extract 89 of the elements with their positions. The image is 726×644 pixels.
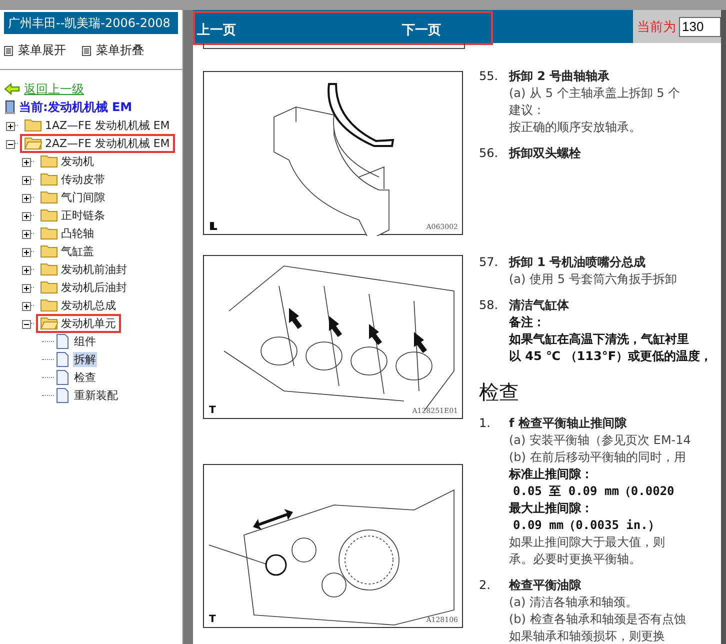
step-title: 检查平衡油隙 [509, 577, 582, 594]
step-note: 备注： [509, 314, 546, 331]
spec-value: 0.09 mm（0.0035 in.） [512, 517, 661, 534]
open-folder-icon [40, 316, 58, 330]
figure-mark: T [209, 614, 216, 625]
expand-icon[interactable] [22, 176, 31, 184]
page-label: 当前为 [637, 18, 676, 36]
step-note: 如果气缸在高温下清洗，气缸衬里 [509, 331, 690, 348]
tree-item[interactable]: 组件 [56, 334, 97, 348]
page-number-field[interactable]: 130 [679, 16, 721, 36]
step-text: 如果轴承和轴颈损坏，则更换 [509, 628, 666, 644]
step-text: 按正确的顺序安放轴承。 [509, 119, 642, 136]
collapse-icon[interactable] [6, 140, 15, 148]
tree-item[interactable]: 发动机前油封 [36, 260, 132, 278]
tree-item[interactable]: 凸轮轴 [36, 224, 99, 242]
step-instruction: (a) 安装平衡轴（参见页次 EM-14 [509, 432, 692, 449]
menu-button[interactable]: 菜单折叠 [82, 42, 144, 59]
document-icon [56, 388, 69, 402]
expand-icon[interactable] [22, 194, 31, 202]
back-arrow-icon [4, 83, 20, 95]
step-number: 2. [479, 577, 492, 594]
tree-item[interactable]: 2AZ—FE 发动机机械 EM [20, 134, 175, 152]
step-title: 拆卸 1 号机油喷嘴分总成 [509, 254, 647, 271]
tree-item[interactable]: 正时链条 [36, 206, 110, 224]
step-note: 标准止推间隙： [509, 466, 594, 483]
current-location: 当前:发动机机械 EM [19, 98, 132, 116]
expand-icon[interactable] [22, 302, 31, 310]
folder-icon [40, 154, 58, 168]
folder-icon [40, 226, 58, 240]
step-number: 58. [479, 297, 500, 314]
document-icon [56, 334, 69, 348]
figure-mark: T [209, 405, 216, 416]
folder-icon [40, 262, 58, 276]
tree-item[interactable]: 发动机后油封 [36, 278, 132, 296]
document-icon [56, 352, 69, 366]
folder-icon [40, 190, 58, 204]
step-note: 以 45 ℃ （113°F）或更低的温度， [509, 348, 714, 365]
section-heading: 检查 [479, 379, 520, 406]
folder-icon [40, 172, 58, 186]
back-link[interactable]: 返回上一级 [24, 80, 84, 98]
step-note: 最大止推间隙： [509, 500, 594, 517]
step-text: 如果止推间隙大于最大值，则 [509, 534, 666, 551]
collapse-icon[interactable] [22, 320, 31, 328]
step-instruction: (a) 清洁各轴承和轴颈。 [509, 594, 639, 611]
step-title: 拆卸双头螺栓 [509, 145, 582, 162]
step-instruction: (a) 从 5 个主轴承盖上拆卸 5 个 [509, 85, 682, 102]
step-title: f 检查平衡轴止推间隙 [509, 415, 628, 432]
tree-item[interactable]: 发动机 [36, 152, 99, 170]
expand-icon[interactable] [22, 284, 31, 292]
expand-icon[interactable] [22, 158, 31, 166]
computer-icon [4, 100, 16, 114]
tree-item[interactable]: 气门间隙 [36, 188, 110, 206]
step-instruction: (a) 使用 5 号套筒六角扳手拆卸 [509, 271, 678, 288]
next-page-button[interactable]: 下一页 [402, 21, 441, 39]
folder-icon [40, 244, 58, 258]
previous-page-button[interactable]: 上一页 [197, 21, 236, 39]
step-title: 拆卸 2 号曲轴轴承 [509, 68, 611, 85]
step-instruction: (b) 检查各轴承和轴颈是否有点蚀 [509, 611, 687, 628]
open-folder-icon [24, 136, 42, 150]
tree-item[interactable]: 发动机单元 [36, 314, 121, 332]
tree-item[interactable]: 气缸盖 [36, 242, 99, 260]
expand-icon[interactable] [22, 266, 31, 274]
menu-icon [4, 46, 13, 56]
menu-icon [82, 46, 91, 56]
step-number: 1. [479, 415, 492, 432]
expand-icon[interactable] [22, 212, 31, 220]
expand-icon[interactable] [22, 248, 31, 256]
step-text: 承。必要时更换平衡轴。 [509, 551, 642, 568]
tree-item[interactable]: 检查 [56, 370, 97, 384]
menu-button[interactable]: 菜单展开 [4, 42, 66, 59]
sidebar-title: 广州丰田--凯美瑞-2006-2008 [4, 12, 178, 34]
spec-value: 0.05 至 0.09 mm（0.0020 [512, 483, 676, 500]
step-number: 55. [479, 68, 500, 85]
step-instruction: (b) 在前后移动平衡轴的同时，用 [509, 449, 687, 466]
tree-item[interactable]: 发动机总成 [36, 296, 121, 314]
folder-icon [40, 280, 58, 294]
expand-icon[interactable] [22, 230, 31, 238]
tree-item[interactable]: 重新装配 [56, 388, 119, 402]
step-number: 56. [479, 145, 500, 162]
document-icon [56, 370, 69, 384]
folder-icon [24, 118, 42, 132]
tree-item[interactable]: 传动皮带 [36, 170, 110, 188]
step-number: 57. [479, 254, 500, 271]
tree-item[interactable]: 1AZ—FE 发动机机械 EM [20, 116, 175, 134]
folder-icon [40, 208, 58, 222]
step-text: 建议： [509, 102, 546, 119]
expand-icon[interactable] [6, 122, 15, 130]
step-title: 清洁气缸体 [509, 297, 570, 314]
folder-icon [40, 298, 58, 312]
